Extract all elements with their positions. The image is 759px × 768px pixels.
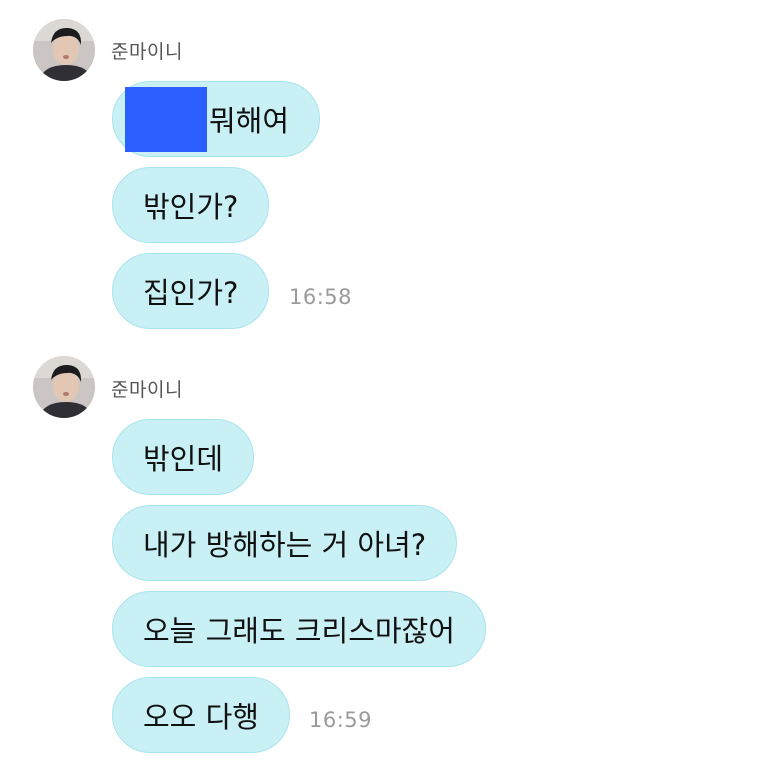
message-bubble[interactable]: 집인가? (112, 253, 270, 329)
avatar[interactable] (33, 19, 95, 81)
message-timestamp: 16:58 (289, 285, 353, 309)
message-text: 오늘 그래도 크리스마잖어 (143, 614, 455, 648)
redaction-block (125, 86, 207, 152)
message-bubble[interactable]: 내가 방해하는 거 아녀? (112, 505, 458, 581)
message-bubble[interactable]: 뭐해여 (112, 81, 321, 157)
message-text: 집인가? (143, 276, 239, 310)
message-text: 밖인데 (143, 442, 224, 476)
message-timestamp: 16:59 (309, 708, 373, 732)
avatar[interactable] (33, 356, 95, 418)
message-text: 밖인가? (143, 190, 239, 224)
message-bubble[interactable]: 밖인가? (112, 167, 270, 243)
message-text: 뭐해여 (209, 104, 290, 138)
chat-area: 준마이니 뭐해여 밖인가? 집인가? 16:58 준마이니 밖인데 내가 방해하… (0, 0, 759, 768)
message-bubble[interactable]: 오늘 그래도 크리스마잖어 (112, 591, 486, 667)
message-bubble[interactable]: 밖인데 (112, 419, 255, 495)
message-text: 오오 다행 (143, 700, 259, 734)
message-text: 내가 방해하는 거 아녀? (143, 528, 427, 562)
sender-name: 준마이니 (111, 41, 183, 63)
message-bubble[interactable]: 오오 다행 (112, 677, 290, 753)
sender-name: 준마이니 (111, 379, 183, 401)
